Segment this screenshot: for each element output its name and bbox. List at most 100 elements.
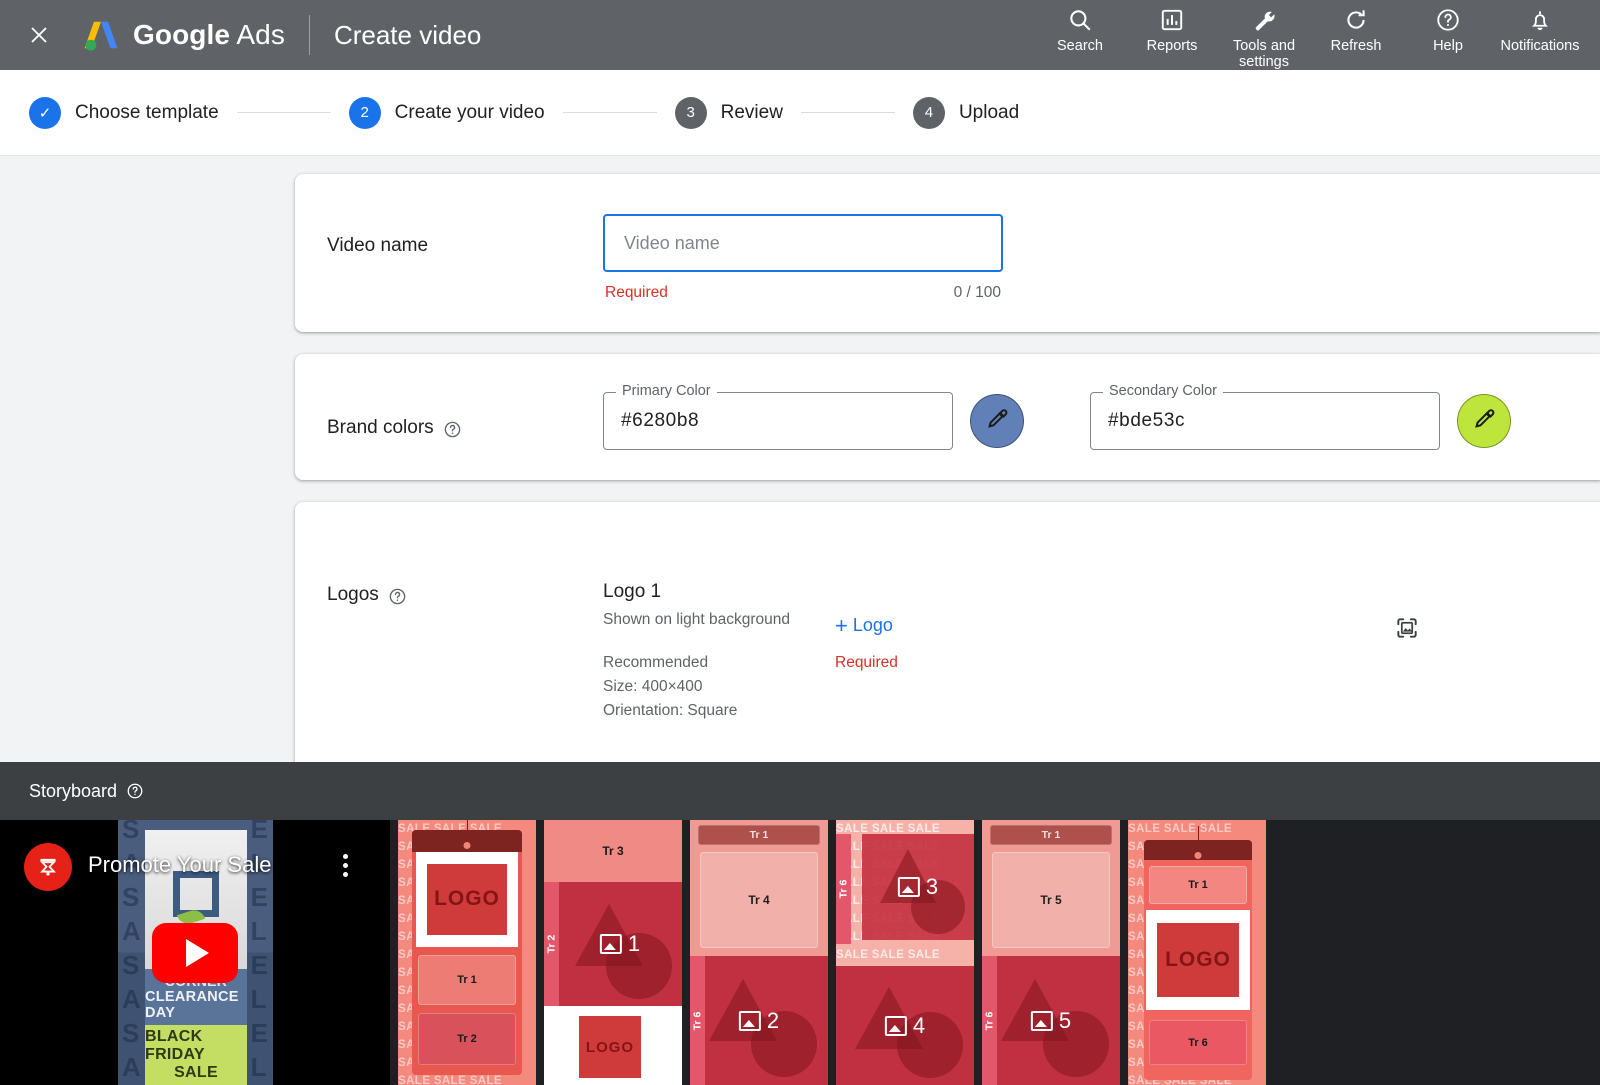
brand-google: Google: [133, 19, 230, 50]
preview-offer-block: BLACK FRIDAY SALE: [145, 1025, 247, 1085]
video-name-field[interactable]: [603, 214, 1003, 272]
storyboard-header: Storyboard: [0, 762, 1600, 820]
secondary-color-field[interactable]: Secondary Color: [1090, 392, 1440, 450]
frame-6-tag-hole: [1195, 852, 1202, 859]
storyboard-frame-4[interactable]: SALE SALE SALE SALE SALE SALE SALE SALE …: [836, 820, 974, 1085]
primary-color-field[interactable]: Primary Color: [603, 392, 953, 450]
video-name-section-label: Video name: [327, 204, 603, 302]
step-1-bubble: ✓: [29, 97, 61, 129]
frame-5-vertical-label: Tr 6: [982, 956, 997, 1085]
toolbar-help-button[interactable]: Help: [1402, 5, 1494, 54]
logo-1-recommended: Recommended Size: 400×400 Orientation: S…: [603, 651, 835, 723]
toolbar-refresh-button[interactable]: Refresh: [1310, 5, 1402, 54]
logos-body: Logo 1 Shown on light background Recomme…: [603, 532, 1600, 723]
primary-color-picker-button[interactable]: [970, 394, 1024, 448]
video-name-char-counter: 0 / 100: [954, 284, 1001, 302]
help-question-icon[interactable]: [126, 782, 144, 800]
image-placeholder-icon: [1394, 615, 1420, 646]
preview-offer-2: SALE: [174, 1064, 218, 1082]
video-name-required-text: Required: [605, 284, 668, 302]
video-name-card: Video name Required 0 / 100: [295, 174, 1600, 332]
help-question-icon[interactable]: [443, 420, 462, 439]
logos-label-text: Logos: [327, 584, 379, 606]
secondary-color-legend: Secondary Color: [1103, 383, 1223, 399]
frame-1-logo-box: LOGO: [416, 852, 518, 947]
header-divider: [309, 15, 310, 55]
page-title: Create video: [334, 20, 481, 51]
logo-1-subtitle: Shown on light background: [603, 609, 835, 631]
step-connector-2: [563, 112, 657, 113]
storyboard-title: Storyboard: [29, 781, 117, 802]
add-logo-button[interactable]: + Logo: [835, 615, 893, 636]
youtube-director-chair-icon: [24, 843, 72, 891]
refresh-icon: [1343, 5, 1369, 35]
primary-color-group: Primary Color: [603, 392, 1024, 450]
primary-color-legend: Primary Color: [616, 383, 717, 399]
frame-1-tag-top: [412, 830, 522, 852]
video-name-input[interactable]: [624, 233, 982, 254]
step-review[interactable]: 3 Review: [675, 97, 783, 129]
frame-4-vertical-label: Tr 6: [836, 834, 851, 944]
close-icon[interactable]: [22, 18, 56, 52]
toolbar-reports-button[interactable]: Reports: [1126, 5, 1218, 54]
logo-recommended-line-1: Recommended: [603, 651, 835, 675]
frame-5-shape-pane: 5: [982, 956, 1120, 1085]
toolbar-tools-settings-button[interactable]: Tools and settings: [1218, 5, 1310, 70]
youtube-play-icon[interactable]: [152, 923, 238, 983]
image-icon: [739, 1011, 761, 1031]
secondary-color-group: Secondary Color: [1090, 392, 1511, 450]
more-vertical-icon[interactable]: [343, 854, 348, 877]
video-preview-player[interactable]: SASASASA ELELELEL CORNER CLEARANCE DAY B…: [0, 820, 390, 1085]
frame-3-top-chip: Tr 1: [698, 825, 820, 845]
frame-2-logo-box: LOGO: [579, 1016, 641, 1078]
step-2-label: Create your video: [395, 102, 545, 124]
frame-4-vertical-text: Tr 6: [838, 880, 850, 899]
logos-section-label: Logos: [327, 532, 603, 723]
add-logo-label: Logo: [853, 615, 893, 636]
preview-offer-1: BLACK FRIDAY: [145, 1028, 247, 1064]
frame-6-chip-1: Tr 1: [1149, 866, 1247, 904]
brand-colors-section-label: Brand colors: [327, 384, 603, 450]
bell-notifications-icon: [1527, 5, 1553, 35]
primary-color-input[interactable]: [621, 410, 935, 432]
step-create-your-video[interactable]: 2 Create your video: [349, 97, 545, 129]
frame-6-tag: Tr 1 LOGO Tr 6: [1144, 840, 1252, 1080]
frame-3-vertical-label: Tr 6: [690, 956, 705, 1085]
storyboard-panel: Storyboard SASASASA ELELELEL CORNE: [0, 762, 1600, 1085]
frame-5-top-chip: Tr 1: [990, 825, 1112, 845]
secondary-color-input[interactable]: [1108, 410, 1422, 432]
toolbar-search-button[interactable]: Search: [1034, 5, 1126, 54]
frame-2-logo-text: LOGO: [579, 1016, 641, 1078]
brand: Google Ads: [82, 17, 285, 53]
storyboard-frame-6[interactable]: SALE SALE SALE SALE SALE SALE SALE SALE …: [1128, 820, 1266, 1085]
help-question-icon[interactable]: [388, 587, 407, 606]
search-icon: [1067, 5, 1093, 35]
secondary-color-picker-button[interactable]: [1457, 394, 1511, 448]
frame-4-image-badge-bottom: 4: [885, 1013, 925, 1039]
preview-video-title: Promote Your Sale: [88, 852, 271, 878]
frame-3-center-chip: Tr 4: [700, 852, 818, 948]
step-connector-1: [237, 112, 331, 113]
storyboard-frame-1[interactable]: SALE SALE SALE SALE SALE SALE SALE SALE …: [398, 820, 536, 1085]
step-1-label: Choose template: [75, 102, 219, 124]
toolbar-notifications-label: Notifications: [1501, 38, 1580, 54]
toolbar-notifications-button[interactable]: Notifications: [1494, 5, 1586, 54]
logo-1-info: Logo 1 Shown on light background Recomme…: [603, 537, 835, 723]
toolbar-reports-label: Reports: [1147, 38, 1198, 54]
step-choose-template[interactable]: ✓ Choose template: [29, 97, 219, 129]
frame-4-image-badge-top: 3: [898, 874, 938, 900]
storyboard-frame-3[interactable]: Tr 1 Tr 4 2 Tr 6: [690, 820, 828, 1085]
storyboard-frame-2[interactable]: Tr 3 1 Tr 2 LOGO: [544, 820, 682, 1085]
google-ads-logo-icon: [82, 17, 120, 53]
frame-6-logo-text: LOGO: [1157, 923, 1238, 997]
storyboard-frame-strip[interactable]: SASASASA ELELELEL CORNER CLEARANCE DAY B…: [0, 820, 1600, 1085]
step-connector-3: [801, 112, 895, 113]
step-4-bubble: 4: [913, 97, 945, 129]
frame-6-chip-2: Tr 6: [1149, 1020, 1247, 1065]
toolbar-tools-settings-label: Tools and settings: [1218, 38, 1310, 70]
storyboard-frame-5[interactable]: Tr 1 Tr 5 5 Tr 6: [982, 820, 1120, 1085]
image-icon: [885, 1016, 907, 1036]
logo-actions: + Logo Required: [835, 537, 995, 723]
step-upload[interactable]: 4 Upload: [913, 97, 1019, 129]
logo-1-title: Logo 1: [603, 581, 835, 603]
